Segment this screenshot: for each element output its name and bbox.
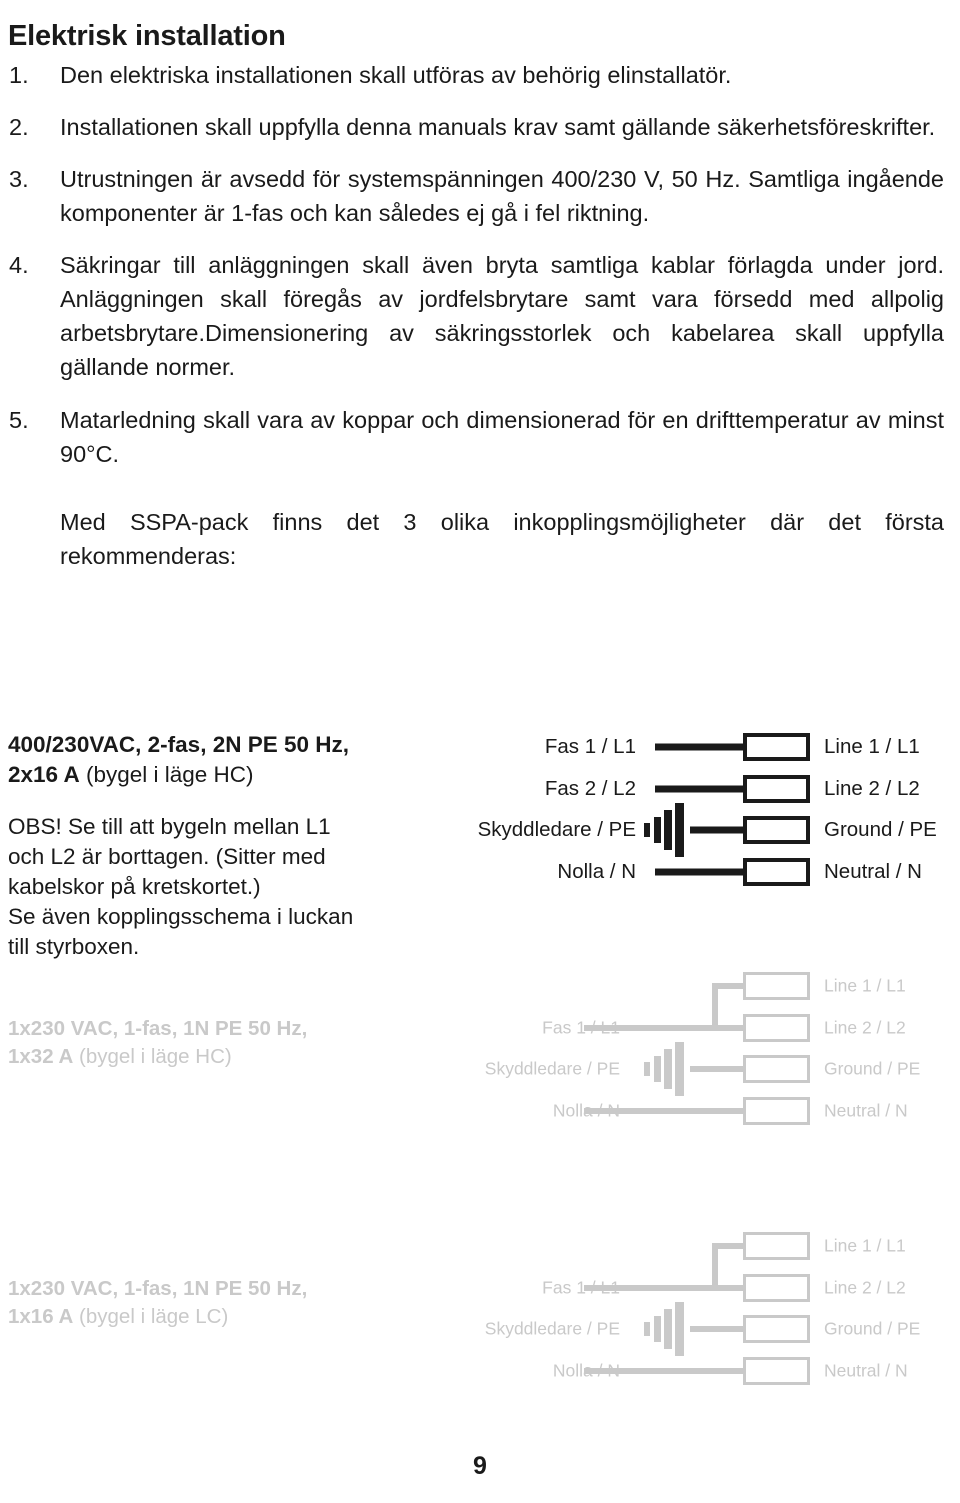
wire-label-right: Ground / PE xyxy=(824,1318,921,1339)
wire-label-right: Line 1 / L1 xyxy=(824,975,906,996)
wire-label-right: Line 1 / L1 xyxy=(824,1235,906,1256)
note-line: till styrboxen. xyxy=(8,933,140,959)
caption-line-2: 2x16 A (bygel i läge HC) xyxy=(8,760,448,790)
ground-symbol-bar-3 xyxy=(664,1309,672,1349)
ground-symbol-bar-4 xyxy=(675,1042,684,1096)
list-marker: 4. xyxy=(9,252,29,279)
caption-amperage: 1x16 A xyxy=(8,1304,74,1328)
ground-symbol-bar-3 xyxy=(664,1049,672,1089)
wire-label-left: Skyddledare / PE xyxy=(484,1318,620,1339)
caption-line-2: 1x32 A (bygel i läge HC) xyxy=(8,1043,448,1071)
wire-label-right: Line 2 / L2 xyxy=(824,1277,906,1297)
caption-amperage: 2x16 A xyxy=(8,762,80,788)
wire-line xyxy=(690,826,743,834)
wire-label-right: Neutral / N xyxy=(824,1100,908,1120)
wire-line xyxy=(655,785,743,792)
terminal-box xyxy=(743,1096,810,1125)
wire-label-right: Neutral / N xyxy=(824,1360,908,1380)
wire-label-left: Nolla / N xyxy=(557,859,636,883)
ground-symbol-bar-2 xyxy=(654,817,661,843)
list-item: 4. Säkringar till anläggningen skall äve… xyxy=(0,248,952,384)
caption-line-1: 1x230 VAC, 1-fas, 1N PE 50 Hz, xyxy=(8,1277,308,1300)
ground-symbol-bar-1 xyxy=(644,823,650,837)
ground-symbol-bar-4 xyxy=(675,1302,684,1356)
terminal-box xyxy=(743,1232,810,1260)
instruction-list: 1. Den elektriska installationen skall u… xyxy=(0,58,952,573)
list-item-text: Utrustningen är avsedd för systemspännin… xyxy=(60,166,944,227)
terminal-box xyxy=(743,733,810,761)
wire-label-right: Ground / PE xyxy=(824,1058,921,1079)
wire-label-left: Skyddledare / PE xyxy=(477,818,636,841)
wire-label-left: Skyddledare / PE xyxy=(484,1058,620,1079)
wire-line xyxy=(690,1326,743,1332)
wire-label-left: Fas 1 / L1 xyxy=(544,735,636,758)
wiring-option-caption: 400/230VAC, 2-fas, 2N PE 50 Hz, 2x16 A (b… xyxy=(8,730,448,791)
wire-label-left: Fas 2 / L2 xyxy=(544,776,636,800)
wire-label-right: Line 2 / L2 xyxy=(824,776,920,800)
caption-line-1: 1x230 VAC, 1-fas, 1N PE 50 Hz, xyxy=(8,1017,308,1040)
jumper-vertical-segment xyxy=(712,1243,718,1291)
list-item: 1. Den elektriska installationen skall u… xyxy=(0,58,952,92)
jumper-horizontal-segment-2 xyxy=(712,1284,743,1291)
terminal-box xyxy=(743,774,810,803)
ground-symbol-bar-3 xyxy=(664,810,672,850)
jumper-horizontal-segment-2 xyxy=(712,1024,743,1031)
ground-symbol-bar-4 xyxy=(675,803,684,857)
list-item: 5. Matarledning skall vara av koppar och… xyxy=(0,403,952,471)
wiring-option-note: OBS! Se till att bygeln mellan L1 och L2 … xyxy=(8,812,448,962)
list-item-text: Den elektriska installationen skall utfö… xyxy=(60,62,732,88)
list-marker: 5. xyxy=(9,406,29,433)
list-item-text: Säkringar till anläggningen skall även b… xyxy=(60,252,944,381)
ground-symbol-bar-2 xyxy=(654,1056,661,1082)
note-line: och L2 är borttagen. (Sitter med xyxy=(8,843,326,869)
wiring-option-caption: 1x230 VAC, 1-fas, 1N PE 50 Hz, 1x16 A (by… xyxy=(8,1275,448,1330)
wire-line xyxy=(584,1107,743,1114)
list-marker: 1. xyxy=(9,62,29,88)
caption-jumper-position: (bygel i läge HC) xyxy=(79,762,254,788)
wire-label-right: Neutral / N xyxy=(824,859,922,883)
wire-label-right: Line 2 / L2 xyxy=(824,1017,906,1037)
jumper-vertical-segment xyxy=(712,983,718,1031)
caption-line-1: 400/230VAC, 2-fas, 2N PE 50 Hz, xyxy=(8,732,350,757)
wire-line xyxy=(655,868,743,875)
terminal-box xyxy=(743,1315,810,1343)
ground-symbol-bar-1 xyxy=(644,1322,650,1336)
note-line: kabelskor på kretskortet.) xyxy=(8,873,261,899)
caption-jumper-position: (bygel i läge LC) xyxy=(73,1304,229,1328)
list-item-text: Matarledning skall vara av koppar och di… xyxy=(60,406,944,467)
page-title: Elektrisk installation xyxy=(8,20,286,53)
caption-jumper-position: (bygel i läge HC) xyxy=(73,1044,232,1068)
list-item-text: Installationen skall uppfylla denna manu… xyxy=(60,114,936,141)
jumper-horizontal-segment-1 xyxy=(712,1243,743,1249)
wiring-option-caption: 1x230 VAC, 1-fas, 1N PE 50 Hz, 1x32 A (by… xyxy=(8,1015,448,1070)
terminal-box xyxy=(743,816,810,844)
jumper-horizontal-segment-1 xyxy=(712,983,743,989)
terminal-box xyxy=(743,972,810,1000)
ground-symbol-bar-1 xyxy=(644,1062,650,1076)
caption-amperage: 1x32 A xyxy=(8,1044,74,1068)
terminal-box xyxy=(743,1356,810,1385)
list-marker: 3. xyxy=(9,166,29,193)
intro-paragraph: Med SSPA-pack finns det 3 olika inkoppli… xyxy=(60,508,944,569)
wire-label-right: Line 1 / L1 xyxy=(824,735,920,758)
terminal-box xyxy=(743,1013,810,1042)
terminal-box xyxy=(743,857,810,886)
note-line: OBS! Se till att bygeln mellan L1 xyxy=(8,814,331,839)
caption-line-2: 1x16 A (bygel i läge LC) xyxy=(8,1303,448,1331)
ground-symbol-bar-2 xyxy=(654,1316,661,1342)
list-item: 3. Utrustningen är avsedd för systemspän… xyxy=(0,162,952,230)
wire-line xyxy=(690,1066,743,1072)
page-number: 9 xyxy=(473,1452,487,1480)
wire-label-right: Ground / PE xyxy=(824,818,937,841)
list-marker: 2. xyxy=(9,114,29,141)
note-line: Se även kopplingsschema i luckan xyxy=(8,903,354,929)
terminal-box xyxy=(743,1273,810,1302)
list-item: 2. Installationen skall uppfylla denna m… xyxy=(0,110,952,144)
terminal-box xyxy=(743,1055,810,1083)
wire-line xyxy=(655,743,743,751)
wire-line xyxy=(584,1367,743,1374)
